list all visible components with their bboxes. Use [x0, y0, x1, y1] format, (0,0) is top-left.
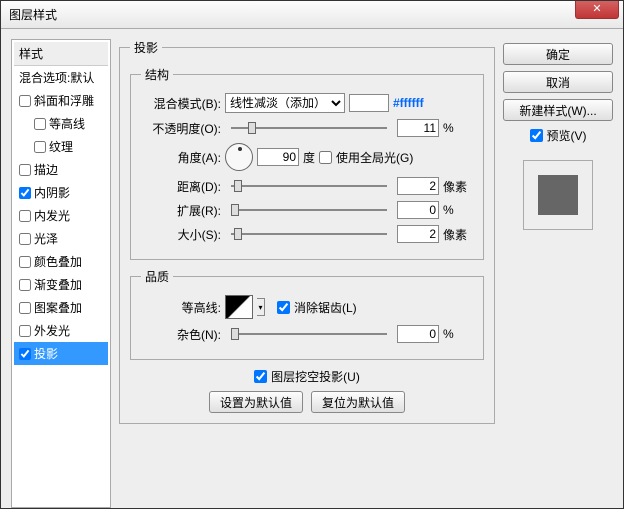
new-style-button[interactable]: 新建样式(W)...	[503, 99, 613, 121]
close-button[interactable]: ✕	[575, 1, 619, 19]
opacity-input[interactable]	[397, 119, 439, 137]
style-checkbox[interactable]	[19, 187, 31, 199]
style-label: 内阴影	[34, 184, 70, 201]
style-item-1[interactable]: 等高线	[14, 112, 108, 135]
style-item-2[interactable]: 纹理	[14, 135, 108, 158]
knockout-label: 图层挖空投影(U)	[271, 368, 360, 385]
structure-group: 结构 混合模式(B): 线性减淡（添加） #ffffff 不透明度(O): %	[130, 66, 484, 260]
style-label: 渐变叠加	[34, 276, 82, 293]
style-checkbox[interactable]	[19, 164, 31, 176]
cancel-button[interactable]: 取消	[503, 71, 613, 93]
titlebar: 图层样式 ✕	[1, 1, 623, 29]
style-checkbox[interactable]	[19, 233, 31, 245]
styles-panel: 样式 混合选项:默认 斜面和浮雕等高线纹理描边内阴影内发光光泽颜色叠加渐变叠加图…	[11, 39, 111, 508]
style-label: 图案叠加	[34, 299, 82, 316]
make-default-button[interactable]: 设置为默认值	[209, 391, 303, 413]
style-checkbox[interactable]	[19, 256, 31, 268]
angle-input[interactable]	[257, 148, 299, 166]
angle-dial[interactable]	[225, 143, 253, 171]
size-label: 大小(S):	[141, 226, 221, 243]
noise-input[interactable]	[397, 325, 439, 343]
style-item-10[interactable]: 外发光	[14, 319, 108, 342]
distance-slider[interactable]	[231, 185, 387, 187]
style-checkbox[interactable]	[19, 302, 31, 314]
preview-checkbox[interactable]	[530, 129, 543, 142]
style-item-6[interactable]: 光泽	[14, 227, 108, 250]
style-checkbox[interactable]	[19, 95, 31, 107]
style-label: 颜色叠加	[34, 253, 82, 270]
style-label: 等高线	[49, 115, 85, 132]
ok-button[interactable]: 确定	[503, 43, 613, 65]
quality-group: 品质 等高线: ▾ 消除锯齿(L) 杂色(N): %	[130, 268, 484, 360]
blend-mode-label: 混合模式(B):	[141, 95, 221, 112]
style-item-0[interactable]: 斜面和浮雕	[14, 89, 108, 112]
style-item-3[interactable]: 描边	[14, 158, 108, 181]
antialias-checkbox[interactable]	[277, 301, 290, 314]
style-checkbox[interactable]	[34, 118, 46, 130]
hex-value: #ffffff	[393, 96, 424, 110]
size-input[interactable]	[397, 225, 439, 243]
drop-shadow-group: 投影 结构 混合模式(B): 线性减淡（添加） #ffffff 不透明度(O):…	[119, 39, 495, 424]
antialias-label: 消除锯齿(L)	[294, 299, 357, 316]
style-label: 斜面和浮雕	[34, 92, 94, 109]
style-checkbox[interactable]	[19, 279, 31, 291]
size-slider[interactable]	[231, 233, 387, 235]
noise-slider[interactable]	[231, 333, 387, 335]
contour-picker[interactable]	[225, 295, 253, 319]
noise-label: 杂色(N):	[141, 326, 221, 343]
group-title: 投影	[130, 39, 162, 56]
style-checkbox[interactable]	[34, 141, 46, 153]
spread-slider[interactable]	[231, 209, 387, 211]
style-checkbox[interactable]	[19, 325, 31, 337]
style-item-5[interactable]: 内发光	[14, 204, 108, 227]
contour-label: 等高线:	[141, 299, 221, 316]
style-item-9[interactable]: 图案叠加	[14, 296, 108, 319]
styles-header: 样式	[14, 42, 108, 66]
contour-dropdown[interactable]: ▾	[257, 298, 265, 316]
blend-mode-select[interactable]: 线性减淡（添加）	[225, 93, 345, 113]
spread-input[interactable]	[397, 201, 439, 219]
style-label: 内发光	[34, 207, 70, 224]
window-title: 图层样式	[9, 6, 57, 23]
opacity-slider[interactable]	[231, 127, 387, 129]
style-label: 描边	[34, 161, 58, 178]
spread-label: 扩展(R):	[141, 202, 221, 219]
style-checkbox[interactable]	[19, 348, 31, 360]
angle-label: 角度(A):	[141, 149, 221, 166]
style-item-8[interactable]: 渐变叠加	[14, 273, 108, 296]
preview-label: 预览(V)	[547, 127, 587, 144]
global-light-checkbox[interactable]	[319, 151, 332, 164]
global-light-label: 使用全局光(G)	[336, 149, 413, 166]
distance-label: 距离(D):	[141, 178, 221, 195]
style-item-11[interactable]: 投影	[14, 342, 108, 365]
style-label: 外发光	[34, 322, 70, 339]
color-swatch[interactable]	[349, 94, 389, 112]
style-item-4[interactable]: 内阴影	[14, 181, 108, 204]
style-item-7[interactable]: 颜色叠加	[14, 250, 108, 273]
style-label: 纹理	[49, 138, 73, 155]
preview-box	[523, 160, 593, 230]
distance-input[interactable]	[397, 177, 439, 195]
reset-default-button[interactable]: 复位为默认值	[311, 391, 405, 413]
style-label: 光泽	[34, 230, 58, 247]
opacity-label: 不透明度(O):	[141, 120, 221, 137]
style-checkbox[interactable]	[19, 210, 31, 222]
style-label: 投影	[34, 345, 58, 362]
blend-defaults-item[interactable]: 混合选项:默认	[14, 66, 108, 89]
knockout-checkbox[interactable]	[254, 370, 267, 383]
